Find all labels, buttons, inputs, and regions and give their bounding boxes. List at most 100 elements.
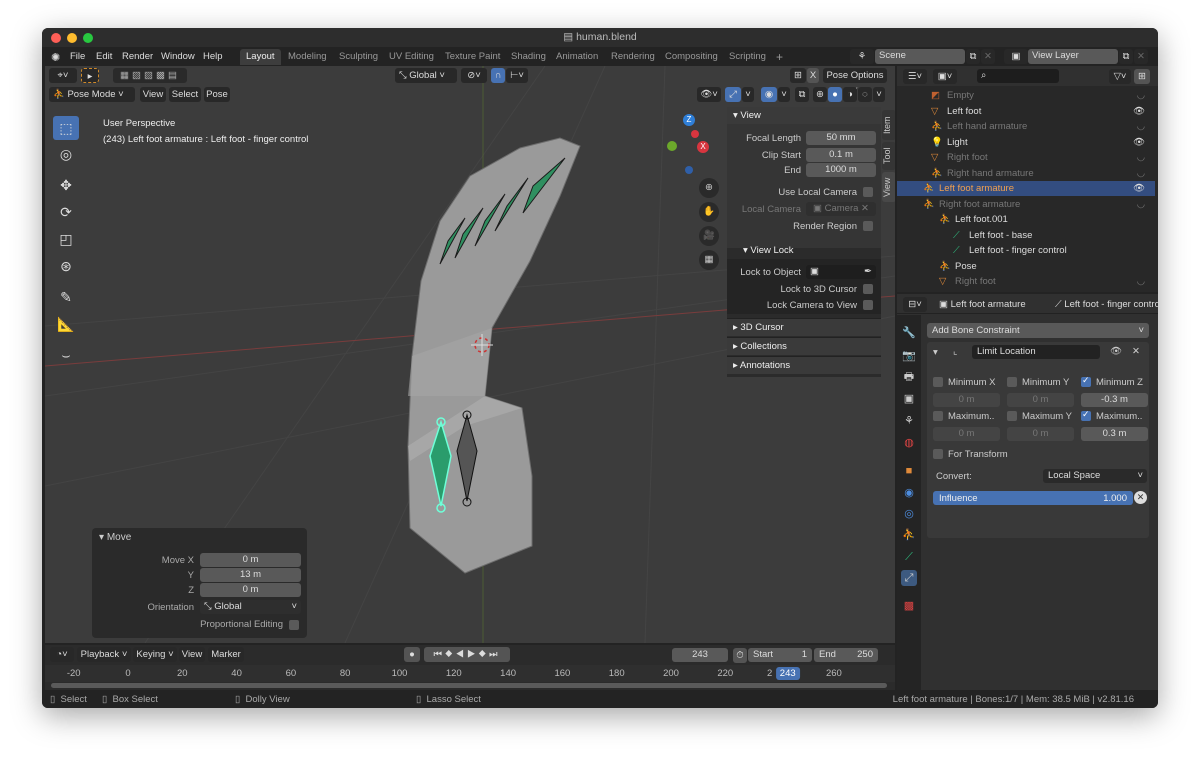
- world-tab-icon[interactable]: ◍: [901, 435, 917, 451]
- eye-icon[interactable]: 👁: [1133, 181, 1145, 196]
- view-layer-tab-icon[interactable]: ▣: [901, 391, 917, 407]
- pan-hand-icon[interactable]: ✋: [699, 202, 719, 222]
- tab-modeling[interactable]: Modeling: [282, 49, 333, 65]
- delete-constraint-icon[interactable]: ✕: [1132, 346, 1140, 357]
- collapse-arrow-icon[interactable]: ▾: [933, 347, 938, 358]
- max-x-field[interactable]: 0 m: [933, 427, 1000, 441]
- start-frame-field[interactable]: Start 1: [748, 648, 812, 662]
- minimize-window-button[interactable]: [67, 33, 77, 43]
- min-y-field[interactable]: 0 m: [1007, 393, 1074, 407]
- move-y-field[interactable]: 13 m: [200, 568, 301, 582]
- for-transform-checkbox[interactable]: [933, 449, 943, 459]
- 3d-viewport[interactable]: ⌖˅ ▸ ▦▧▨▩▤ ⤡ Global ˅ ⊘˅ ∩ ⊢˅ ⊞ X Pose O…: [45, 66, 895, 643]
- convert-dropdown[interactable]: Local Space ˅: [1043, 469, 1147, 483]
- outliner-row-right-foot[interactable]: ▽ Right foot ◡: [897, 150, 1155, 165]
- delete-view-layer-icon[interactable]: ✕: [1134, 49, 1148, 64]
- rotate-tool-icon[interactable]: ⟳: [53, 200, 79, 224]
- hidden-icon[interactable]: ◡: [1137, 274, 1145, 289]
- local-camera-field[interactable]: ▣ Camera ✕: [806, 202, 876, 216]
- render-region-checkbox[interactable]: [863, 221, 873, 231]
- tab-layout[interactable]: Layout: [240, 49, 281, 65]
- disable-keep-transform-icon[interactable]: ✕: [1134, 491, 1147, 504]
- use-local-camera-checkbox[interactable]: [863, 187, 873, 197]
- xray-toggle-icon[interactable]: ⧉: [795, 87, 809, 102]
- gizmo-dropdown-icon[interactable]: ˅: [742, 87, 754, 102]
- collections-section[interactable]: ▸ Collections: [727, 337, 881, 355]
- menu-help[interactable]: Help: [203, 51, 223, 62]
- clip-start-field[interactable]: 0.1 m: [806, 148, 876, 162]
- perspective-toggle-icon[interactable]: ▦: [699, 250, 719, 270]
- outliner-row-left-foot-001[interactable]: ⛹ Left foot.001: [897, 212, 1155, 227]
- delete-scene-icon[interactable]: ✕: [981, 49, 995, 64]
- breakdowner-tool-icon[interactable]: ⌣: [53, 343, 79, 367]
- tweak-tool-icon[interactable]: ⬚: [53, 116, 79, 140]
- tab-uv-editing[interactable]: UV Editing: [383, 49, 440, 65]
- timeline-view-menu[interactable]: View: [179, 647, 205, 662]
- add-workspace-button[interactable]: +: [770, 49, 789, 65]
- close-window-button[interactable]: [51, 33, 61, 43]
- proportional-editing-checkbox[interactable]: [289, 620, 299, 630]
- outliner-row-left-foot[interactable]: ▽ Left foot 👁: [897, 104, 1155, 119]
- max-y-field[interactable]: 0 m: [1007, 427, 1074, 441]
- modifier-tab-icon[interactable]: ◉: [901, 485, 917, 501]
- outliner-row-right-foot-2[interactable]: ▽ Right foot ◡: [897, 274, 1155, 289]
- tool-tab-icon[interactable]: 🔧: [901, 325, 917, 341]
- gizmo-neg-z[interactable]: [685, 166, 693, 174]
- sidebar-tab-item[interactable]: Item: [882, 110, 895, 140]
- rendered-shading-icon[interactable]: ◌: [858, 87, 872, 102]
- menu-file[interactable]: File: [70, 51, 85, 62]
- lock-object-field[interactable]: ▣ ✒: [806, 265, 876, 279]
- orientation-dropdown[interactable]: ⤡ Global ˅: [200, 600, 301, 614]
- timeline-editor-icon[interactable]: ◔˅: [50, 647, 74, 662]
- breadcrumb-bone[interactable]: ⟋ Left foot - finger control: [1055, 299, 1158, 310]
- mode-dropdown[interactable]: ⛹ Pose Mode ˅: [49, 87, 135, 102]
- scene-selector-icon[interactable]: ⚘: [850, 49, 874, 64]
- end-frame-field[interactable]: End 250: [814, 648, 878, 662]
- display-mode-icon[interactable]: ☰˅: [903, 69, 927, 84]
- eye-icon[interactable]: 👁: [1133, 104, 1145, 119]
- stopwatch-icon[interactable]: ⏱: [733, 648, 747, 663]
- wireframe-shading-icon[interactable]: ⊕: [813, 87, 827, 102]
- marker-menu[interactable]: Marker: [208, 647, 244, 662]
- zoom-icon[interactable]: ⊕: [699, 178, 719, 198]
- filter-view-icon[interactable]: ▣˅: [933, 69, 957, 84]
- view-layer-field[interactable]: View Layer: [1028, 49, 1118, 64]
- editor-type-icon[interactable]: ⌖˅: [49, 68, 77, 83]
- min-x-checkbox[interactable]: [933, 377, 943, 387]
- outliner-row-right-foot-armature[interactable]: ⛹ Right foot armature ◡: [897, 197, 1155, 212]
- render-tab-icon[interactable]: 📷: [901, 348, 917, 364]
- tab-sculpting[interactable]: Sculpting: [333, 49, 384, 65]
- hidden-icon[interactable]: ◡: [1137, 119, 1145, 134]
- outliner-row-left-foot-armature[interactable]: ⛹ Left foot armature 👁: [897, 181, 1155, 196]
- lock-3d-cursor-checkbox[interactable]: [863, 284, 873, 294]
- max-z-field[interactable]: 0.3 m: [1081, 427, 1148, 441]
- scale-tool-icon[interactable]: ◰: [53, 227, 79, 251]
- scene-tab-icon[interactable]: ⚘: [901, 413, 917, 429]
- camera-view-icon[interactable]: 🎥: [699, 226, 719, 246]
- outliner-search-input[interactable]: ⌕: [977, 69, 1059, 83]
- tab-animation[interactable]: Animation: [550, 49, 604, 65]
- new-collection-icon[interactable]: ⊞: [1134, 69, 1150, 84]
- keying-menu[interactable]: Keying ˅: [133, 647, 177, 662]
- sidebar-tab-view[interactable]: View: [882, 172, 895, 202]
- gizmo-neg-x[interactable]: [691, 130, 699, 138]
- min-y-checkbox[interactable]: [1007, 377, 1017, 387]
- timeline-ruler[interactable]: -20 0 20 40 60 80 100 120 140 160 180 200 220 2 260 243: [45, 665, 895, 682]
- cursor-tool-icon[interactable]: ◎: [53, 142, 79, 166]
- selection-mode-icons[interactable]: ▦▧▨▩▤: [113, 68, 187, 83]
- overlays-dropdown-icon[interactable]: ˅: [778, 87, 790, 102]
- outliner-row-left-hand-armature[interactable]: ⛹ Left hand armature ◡: [897, 119, 1155, 134]
- current-frame-field[interactable]: 243: [672, 648, 728, 662]
- timeline-scrollbar[interactable]: [51, 683, 887, 688]
- move-tool-icon[interactable]: ✥: [53, 173, 79, 197]
- properties-editor-type-icon[interactable]: ⊟˅: [903, 297, 927, 312]
- menu-view[interactable]: View: [140, 87, 166, 102]
- armature-data-tab-icon[interactable]: ⛹: [901, 527, 917, 543]
- new-view-layer-icon[interactable]: ⧉: [1119, 49, 1133, 64]
- output-tab-icon[interactable]: 🖶: [901, 369, 917, 385]
- focal-length-field[interactable]: 50 mm: [806, 131, 876, 145]
- tab-compositing[interactable]: Compositing: [659, 49, 724, 65]
- add-bone-constraint-dropdown[interactable]: Add Bone Constraint ˅: [927, 323, 1149, 338]
- move-x-field[interactable]: 0 m: [200, 553, 301, 567]
- menu-render[interactable]: Render: [122, 51, 153, 62]
